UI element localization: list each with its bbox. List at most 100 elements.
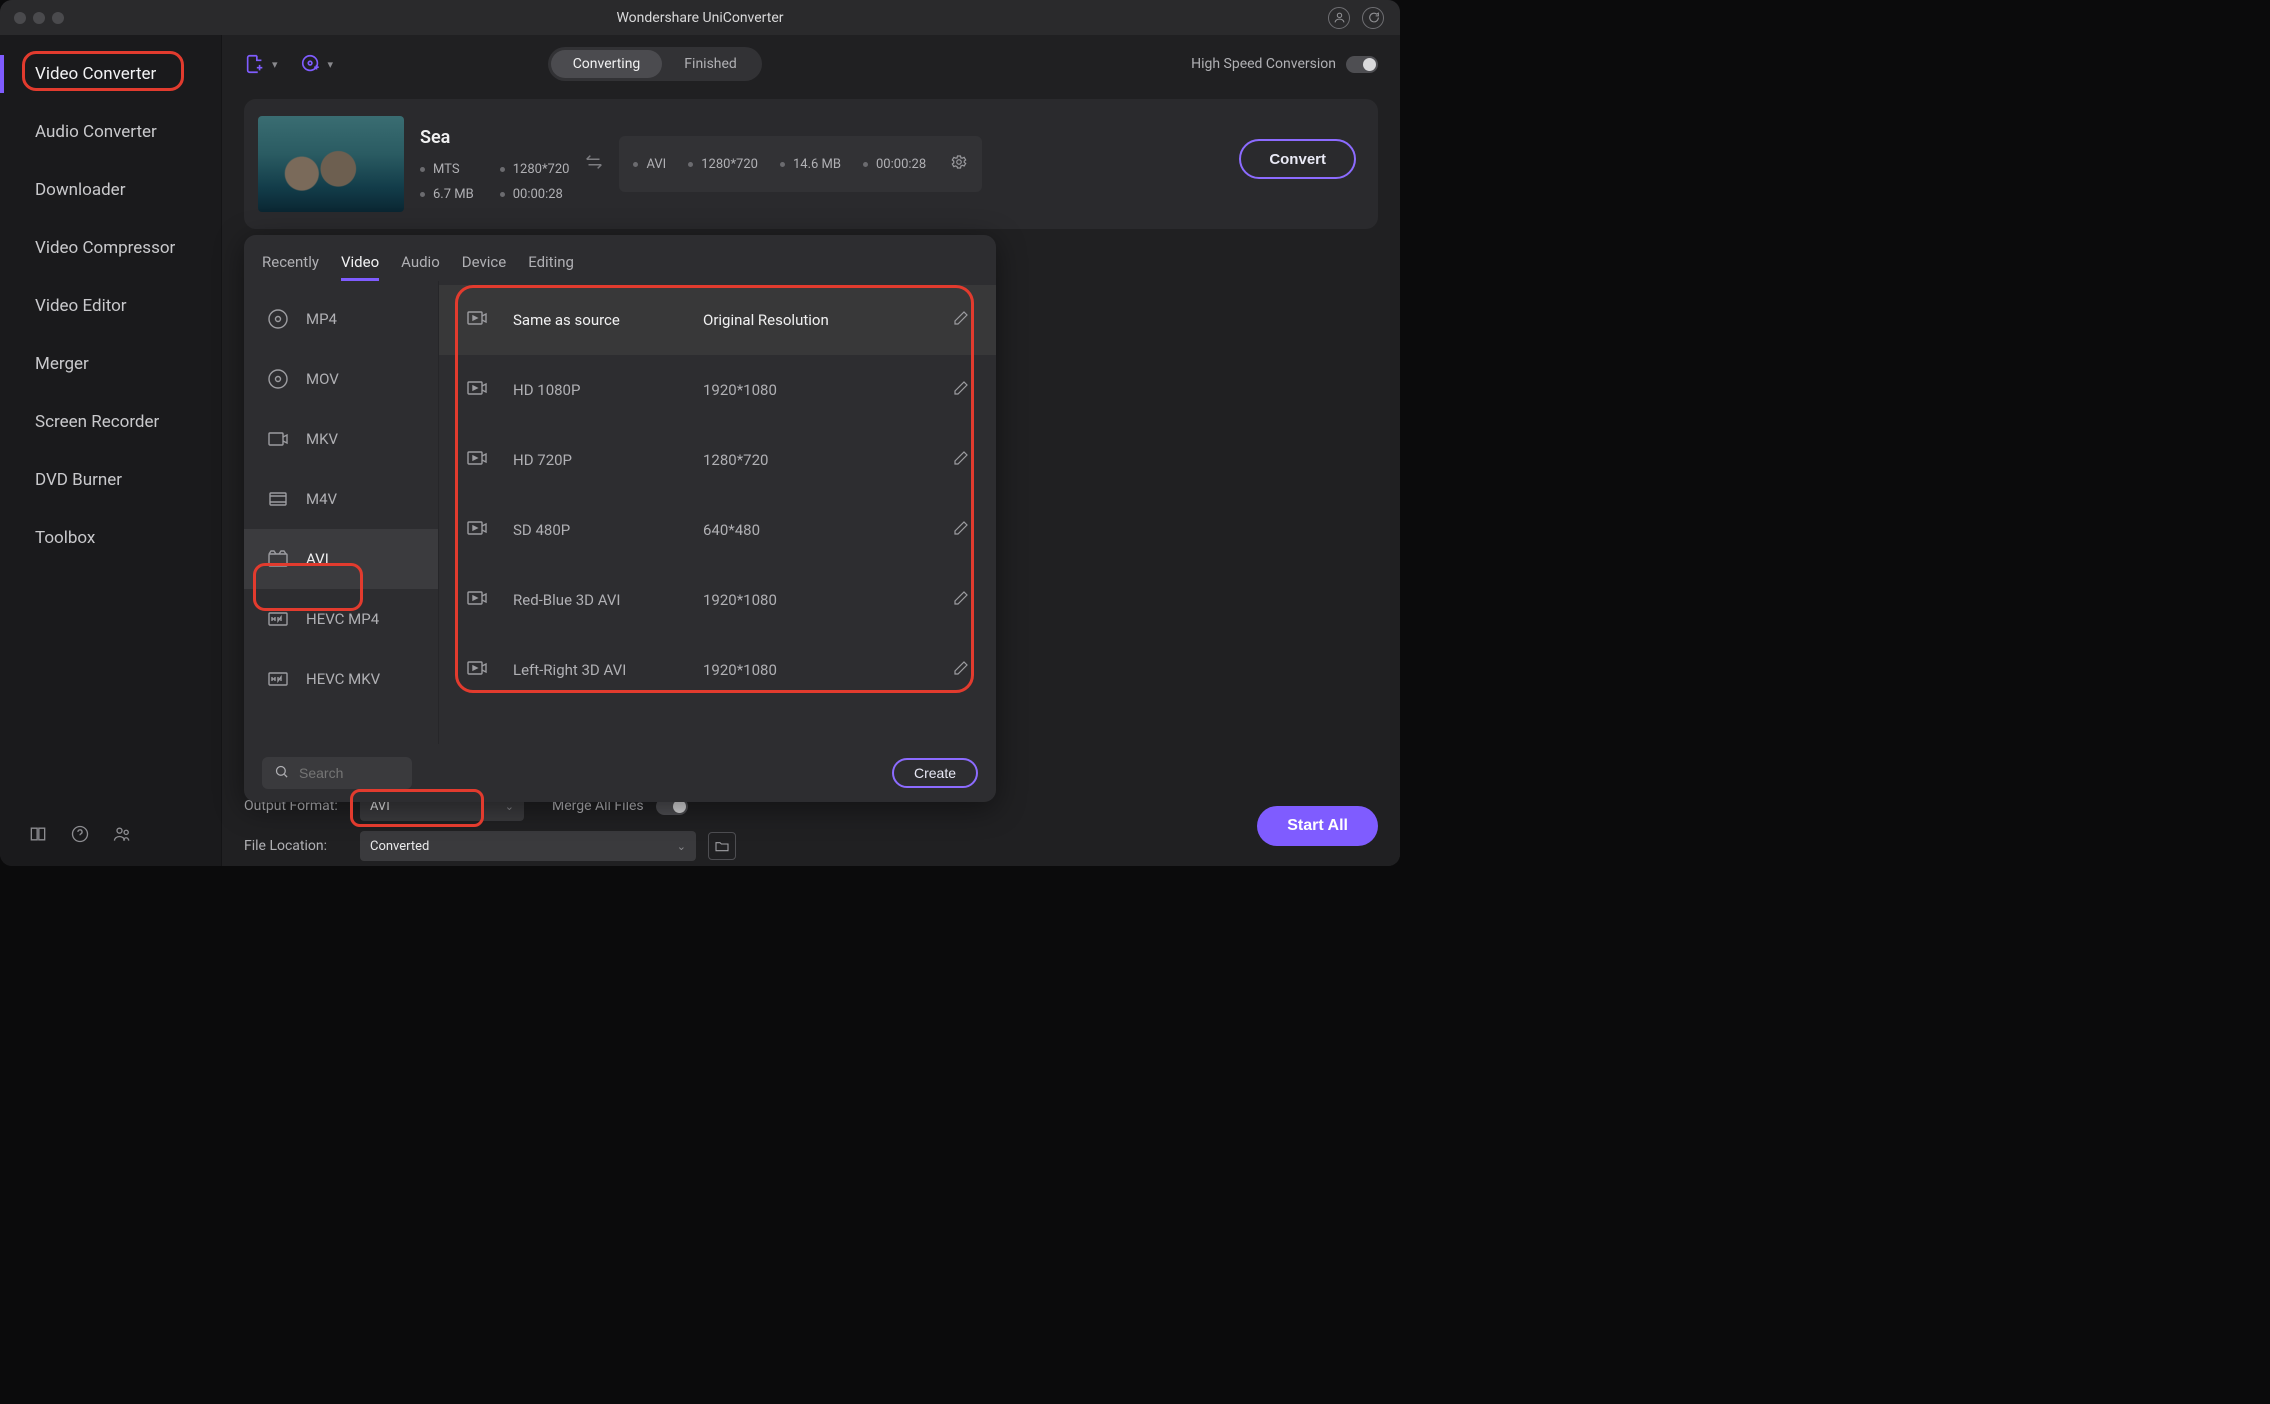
sidebar-item-screen-recorder[interactable]: Screen Recorder: [0, 393, 221, 451]
window-controls[interactable]: [14, 12, 64, 24]
preset-row[interactable]: Left-Right 3D AVI 1920*1080: [439, 635, 996, 705]
format-item-hevc-mkv[interactable]: HEVC MKV: [244, 649, 438, 709]
file-location-select[interactable]: Converted ⌄: [360, 831, 696, 861]
add-file-button[interactable]: ▾: [244, 53, 278, 75]
start-all-button[interactable]: Start All: [1257, 806, 1378, 846]
help-icon[interactable]: [70, 824, 90, 844]
community-icon[interactable]: [112, 824, 132, 844]
book-icon[interactable]: [28, 824, 48, 844]
preset-resolution: 1920*1080: [703, 381, 777, 399]
sidebar: Video Converter Audio Converter Download…: [0, 35, 222, 866]
chevron-down-icon: ▾: [328, 58, 334, 71]
high-speed-label: High Speed Conversion: [1191, 56, 1336, 72]
feedback-icon[interactable]: [1362, 7, 1384, 29]
file-location-value: Converted: [370, 839, 429, 854]
preset-name: HD 720P: [513, 451, 703, 469]
top-toolbar: ▾ ▾ Converting Finished High Speed Conve…: [222, 35, 1400, 93]
format-item-m4v[interactable]: M4V: [244, 469, 438, 529]
preset-row[interactable]: HD 1080P 1920*1080: [439, 355, 996, 425]
edit-icon[interactable]: [952, 519, 970, 541]
tab-converting[interactable]: Converting: [551, 50, 663, 78]
destination-settings[interactable]: AVI 1280*720 14.6 MB 00:00:28: [619, 136, 982, 192]
chevron-down-icon: ⌄: [677, 840, 686, 853]
video-icon: [465, 376, 489, 404]
preset-name: SD 480P: [513, 521, 703, 539]
format-list[interactable]: MP4 MOV MKV M4V: [244, 281, 439, 744]
src-size: 6.7 MB: [420, 187, 474, 202]
gear-icon[interactable]: [950, 153, 968, 175]
search-input-wrapper[interactable]: [262, 757, 412, 789]
video-icon: [465, 586, 489, 614]
edit-icon[interactable]: [952, 379, 970, 401]
convert-label: Convert: [1269, 151, 1326, 168]
search-input[interactable]: [297, 764, 400, 782]
format-item-avi[interactable]: AVI: [244, 529, 438, 589]
preset-row[interactable]: Red-Blue 3D AVI 1920*1080: [439, 565, 996, 635]
sidebar-item-toolbox[interactable]: Toolbox: [0, 509, 221, 567]
preset-name: HD 1080P: [513, 381, 703, 399]
sidebar-item-dvd-burner[interactable]: DVD Burner: [0, 451, 221, 509]
format-item-mp4[interactable]: MP4: [244, 289, 438, 349]
popup-tab-recently[interactable]: Recently: [262, 253, 319, 281]
account-icon[interactable]: [1328, 7, 1350, 29]
sidebar-item-video-editor[interactable]: Video Editor: [0, 277, 221, 335]
status-tabs: Converting Finished: [548, 47, 762, 81]
preset-row[interactable]: Same as source Original Resolution: [439, 285, 996, 355]
create-button[interactable]: Create: [892, 758, 978, 788]
app-window: Wondershare UniConverter Video Converter…: [0, 0, 1400, 866]
content-area: ▾ ▾ Converting Finished High Speed Conve…: [222, 35, 1400, 866]
sidebar-item-video-compressor[interactable]: Video Compressor: [0, 219, 221, 277]
dst-resolution: 1280*720: [688, 157, 758, 172]
format-label: HEVC MKV: [306, 670, 380, 688]
preset-row[interactable]: SD 480P 640*480: [439, 495, 996, 565]
tab-finished[interactable]: Finished: [662, 50, 759, 78]
edit-icon[interactable]: [952, 309, 970, 331]
maximize-window-icon[interactable]: [52, 12, 64, 24]
sidebar-item-label: Video Compressor: [35, 238, 175, 258]
convert-button[interactable]: Convert: [1239, 139, 1356, 179]
swap-icon: [583, 151, 605, 177]
format-item-hevc-mp4[interactable]: HEVC MP4: [244, 589, 438, 649]
popup-tab-device[interactable]: Device: [462, 253, 506, 281]
app-title: Wondershare UniConverter: [0, 10, 1400, 26]
edit-icon[interactable]: [952, 449, 970, 471]
sidebar-item-label: Screen Recorder: [35, 412, 159, 432]
close-window-icon[interactable]: [14, 12, 26, 24]
preset-list[interactable]: Same as source Original Resolution HD 10…: [439, 281, 996, 744]
minimize-window-icon[interactable]: [33, 12, 45, 24]
preset-resolution: 1280*720: [703, 451, 768, 469]
sidebar-item-audio-converter[interactable]: Audio Converter: [0, 103, 221, 161]
file-location-label: File Location:: [244, 838, 348, 854]
popup-tabs: Recently Video Audio Device Editing: [244, 235, 996, 281]
dst-container: AVI: [633, 157, 666, 172]
sidebar-item-downloader[interactable]: Downloader: [0, 161, 221, 219]
format-label: M4V: [306, 490, 337, 508]
format-item-mkv[interactable]: MKV: [244, 409, 438, 469]
preset-resolution: 1920*1080: [703, 661, 777, 679]
open-folder-button[interactable]: [708, 832, 736, 860]
format-item-mov[interactable]: MOV: [244, 349, 438, 409]
preset-resolution: 640*480: [703, 521, 760, 539]
sidebar-item-video-converter[interactable]: Video Converter: [0, 45, 221, 103]
format-popup: Recently Video Audio Device Editing MP4: [244, 235, 996, 802]
search-icon: [274, 764, 289, 783]
popup-tab-editing[interactable]: Editing: [528, 253, 574, 281]
chevron-down-icon: ▾: [272, 58, 278, 71]
sidebar-item-label: Downloader: [35, 180, 125, 200]
video-thumbnail[interactable]: [258, 116, 404, 212]
sidebar-item-label: Audio Converter: [35, 122, 157, 142]
edit-icon[interactable]: [952, 659, 970, 681]
create-label: Create: [914, 765, 956, 781]
sidebar-item-merger[interactable]: Merger: [0, 335, 221, 393]
popup-tab-audio[interactable]: Audio: [401, 253, 440, 281]
preset-row[interactable]: HD 720P 1280*720: [439, 425, 996, 495]
video-icon: [465, 306, 489, 334]
edit-icon[interactable]: [952, 589, 970, 611]
start-all-label: Start All: [1287, 817, 1348, 834]
preset-resolution: 1920*1080: [703, 591, 777, 609]
high-speed-toggle[interactable]: [1346, 56, 1378, 73]
popup-tab-video[interactable]: Video: [341, 253, 379, 281]
import-disc-button[interactable]: ▾: [300, 53, 334, 75]
video-icon: [465, 446, 489, 474]
popup-footer: Create: [244, 744, 996, 802]
